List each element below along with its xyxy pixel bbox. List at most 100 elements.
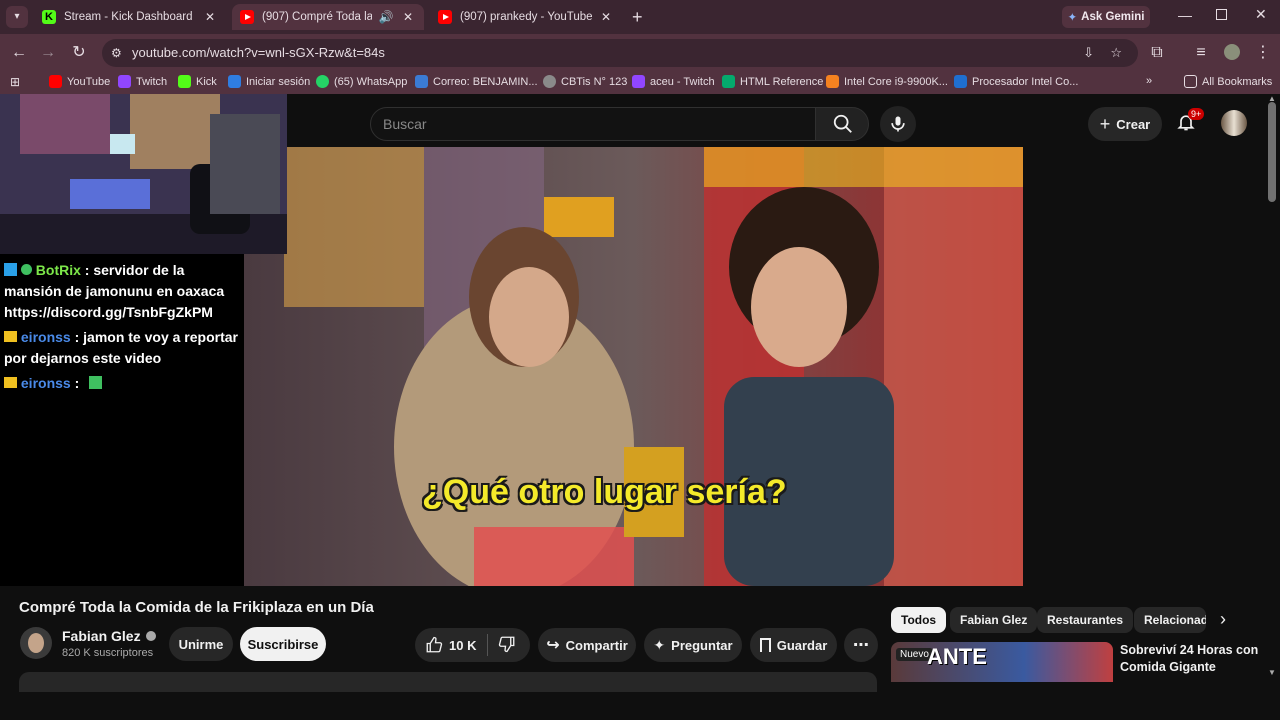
scroll-down-icon[interactable]: ▼ [1268, 668, 1276, 677]
profile-avatar[interactable] [1224, 44, 1240, 60]
youtube-icon [438, 10, 452, 24]
description-box[interactable] [19, 672, 877, 692]
subscriber-count: 820 K suscriptores [62, 647, 154, 659]
bookmark-kick[interactable]: Kick [178, 75, 217, 88]
chat-message: eironss : jamon te voy a reportar por de… [4, 327, 240, 369]
apps-icon[interactable]: ⊞ [10, 75, 20, 89]
dislike-button[interactable] [488, 635, 516, 656]
media-control-icon[interactable]: ≡ [1190, 42, 1212, 64]
tab-search-button[interactable]: ▾ [6, 6, 28, 28]
bookmark-html-reference[interactable]: HTML Reference [722, 75, 823, 88]
chip-todos[interactable]: Todos [891, 607, 947, 633]
tab-prankedy[interactable]: (907) prankedy - YouTube ✕ [430, 4, 622, 30]
plus-icon: + [1099, 113, 1111, 134]
notifications-button[interactable]: 9+ [1176, 108, 1205, 136]
more-actions-button[interactable]: ⋯ [844, 628, 878, 662]
bookmark-intel-core[interactable]: Intel Core i9-9900K... [826, 75, 948, 88]
bookmark-correo[interactable]: Correo: BENJAMIN... [415, 75, 538, 88]
forward-icon[interactable]: → [37, 42, 59, 64]
youtube-icon [49, 75, 62, 88]
close-tab-icon[interactable]: ✕ [598, 10, 614, 24]
create-label: Crear [1116, 116, 1151, 132]
close-tab-icon[interactable]: ✕ [202, 10, 218, 24]
bookmark-aceu-twitch[interactable]: aceu - Twitch [632, 75, 715, 88]
bot-badge-icon [4, 263, 17, 276]
chat-message: eironss : [4, 373, 240, 394]
bookmark-label: HTML Reference [740, 75, 824, 88]
chip-restaurantes[interactable]: Restaurantes [1037, 607, 1134, 633]
voice-search-button[interactable] [880, 106, 916, 142]
more-bookmarks-icon[interactable]: » [1146, 75, 1152, 87]
thumbs-up-icon [426, 636, 443, 653]
crown-badge-icon [4, 377, 17, 388]
video-player[interactable]: ¿Qué otro lugar sería? [244, 147, 1023, 586]
login-icon [228, 75, 241, 88]
share-icon: ↪ [546, 637, 560, 654]
close-tab-icon[interactable]: ✕ [400, 10, 416, 24]
page-scrollbar[interactable] [1268, 102, 1276, 202]
bookmark-youtube[interactable]: YouTube [49, 75, 110, 88]
join-button[interactable]: Unirme [169, 627, 233, 661]
restore-button[interactable] [1216, 9, 1227, 20]
install-app-icon[interactable]: ⇩ [1083, 39, 1094, 67]
thumbnail-text: ANTE [927, 644, 987, 669]
ask-label: Preguntar [671, 637, 733, 653]
all-bookmarks[interactable]: All Bookmarks [1184, 75, 1272, 88]
kick-icon [178, 75, 191, 88]
chip-relacionado[interactable]: Relacionado [1134, 607, 1206, 633]
subscribe-button[interactable]: Suscribirse [240, 627, 326, 661]
bookmark-whatsapp[interactable]: (65) WhatsApp [316, 75, 407, 88]
like-count: 10 K [449, 637, 477, 653]
channel-avatar[interactable] [20, 627, 52, 659]
extensions-icon[interactable]: ⧉ [1146, 42, 1168, 64]
share-button[interactable]: ↪ Compartir [538, 628, 636, 662]
channel-name[interactable]: Fabian Glez [62, 628, 156, 644]
twitch-icon [632, 75, 645, 88]
tab-kick-dashboard[interactable]: K Stream - Kick Dashboard ✕ [34, 4, 226, 30]
tab-youtube-video[interactable]: (907) Compré Toda la Comi 🔊 ✕ [232, 4, 424, 30]
speaker-icon[interactable]: 🔊 [378, 10, 394, 24]
bookmark-star-icon[interactable]: ☆ [1110, 39, 1122, 67]
webcam-overlay [0, 94, 287, 254]
bookmark-label: aceu - Twitch [650, 75, 715, 88]
chat-message: BotRix : servidor de la mansión de jamon… [4, 260, 240, 323]
menu-icon[interactable]: ⋮ [1252, 42, 1274, 64]
recommendation-title-line: Sobreviví 24 Horas con [1120, 643, 1259, 657]
minimize-button[interactable]: — [1178, 7, 1192, 23]
bookmark-twitch[interactable]: Twitch [118, 75, 167, 88]
reload-icon[interactable]: ↻ [68, 42, 90, 64]
chip-fabian-glez[interactable]: Fabian Glez [950, 607, 1038, 633]
create-button[interactable]: + Crear [1088, 107, 1162, 141]
back-icon[interactable]: ← [8, 42, 30, 64]
search-input[interactable]: Buscar [370, 107, 816, 141]
chevron-right-icon[interactable]: › [1220, 609, 1226, 630]
stream-chat-overlay: BotRix : servidor de la mansión de jamon… [0, 254, 244, 586]
close-window-button[interactable]: ✕ [1255, 6, 1267, 23]
video-caption: ¿Qué otro lugar sería? [422, 473, 787, 511]
recommendation-thumbnail[interactable]: Nuevo ANTE [891, 642, 1113, 682]
search-button[interactable] [815, 107, 869, 141]
bookmark-cbtis[interactable]: CBTis N° 123 [543, 75, 627, 88]
site-info-icon[interactable]: ⚙ [111, 39, 122, 67]
tab-title: (907) prankedy - YouTube [460, 11, 592, 23]
bookmark-label: YouTube [67, 75, 111, 88]
bookmark-iniciar-sesion[interactable]: Iniciar sesión [228, 75, 310, 88]
sparkle-icon: ✦ [653, 636, 666, 653]
bookmark-label: Intel Core i9-9900K... [844, 75, 948, 88]
scroll-up-icon[interactable]: ▲ [1268, 94, 1276, 103]
verified-icon [145, 631, 156, 641]
save-button[interactable]: Guardar [750, 628, 837, 662]
account-avatar[interactable] [1221, 110, 1247, 136]
new-tab-button[interactable]: + [632, 7, 643, 28]
video-title: Compré Toda la Comida de la Frikiplaza e… [19, 599, 374, 616]
ask-button[interactable]: ✦ Preguntar [644, 628, 742, 662]
recommendation-title-line: Comida Gigante [1120, 660, 1216, 674]
page-icon [954, 75, 967, 88]
ask-gemini-button[interactable]: ✦ Ask Gemini [1062, 6, 1150, 28]
bookmark-label: All Bookmarks [1202, 75, 1273, 88]
chat-username: BotRix [35, 262, 81, 278]
address-bar[interactable]: ⚙ youtube.com/watch?v=wnl-sGX-Rzw&t=84s … [102, 39, 1138, 67]
bookmark-procesador[interactable]: Procesador Intel Co... [954, 75, 1078, 88]
like-button[interactable]: 10 K [415, 636, 487, 654]
recommendation-title[interactable]: Sobreviví 24 Horas con Comida Gigante [1120, 642, 1258, 676]
